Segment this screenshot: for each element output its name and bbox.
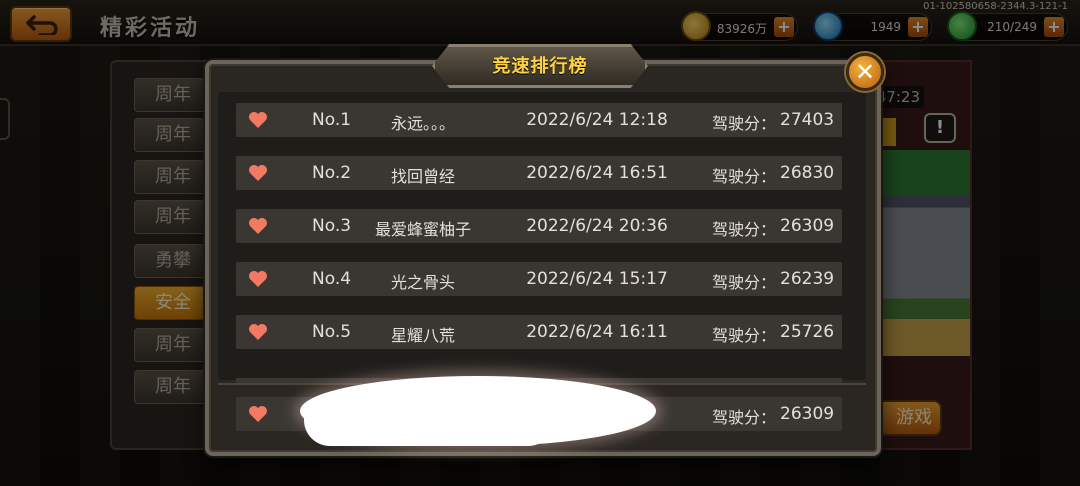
score-value: 27403 [780,110,835,130]
leaderboard-row: No.5 星耀八荒 2022/6/24 16:11 驾驶分： 25726 [236,315,842,349]
player-name: 星耀八荒 [390,326,455,345]
heart-icon [249,406,267,422]
record-time: 2022/6/24 15:17 [526,269,668,289]
rank-number: No.2 [312,163,352,183]
record-time: 2022/6/24 16:11 [526,322,668,342]
redaction-blob [304,394,554,446]
leaderboard-row: No.3 最爱蜂蜜柚子 2022/6/24 20:36 驾驶分： 26309 [236,209,842,243]
heart-icon [249,271,267,287]
heart-icon [249,165,267,181]
rank-number: No.1 [312,110,352,130]
heart-icon [249,324,267,340]
close-button[interactable]: ✕ [846,53,884,91]
rank-number: No.3 [312,216,352,236]
leaderboard-row: No.4 光之骨头 2022/6/24 15:17 驾驶分： 26239 [236,262,842,296]
leaderboard-row: No.2 找回曾经 2022/6/24 16:51 驾驶分： 26830 [236,156,842,190]
score-label: 驾驶分： [712,220,777,239]
record-time: 2022/6/24 12:18 [526,110,668,130]
score-value: 26239 [780,269,835,289]
player-name: 永远。。。 [390,114,455,133]
dialog-title: 竞速排行榜 [492,56,588,77]
rank-number: No.4 [312,269,352,289]
score-label: 驾驶分： [712,114,777,133]
player-name: 最爱蜂蜜柚子 [374,220,471,239]
score-label: 驾驶分： [712,167,777,186]
heart-icon [249,218,267,234]
score-label: 驾驶分： [712,408,777,427]
score-value: 26830 [780,163,835,183]
heart-icon [249,112,267,128]
player-name: 光之骨头 [390,273,455,292]
score-label: 驾驶分： [712,326,777,345]
close-x-icon: ✕ [854,58,876,86]
score-value: 25726 [780,322,835,342]
leaderboard-row: No.1 永远。。。 2022/6/24 12:18 驾驶分： 27403 [236,103,842,137]
rank-number: No.5 [312,322,352,342]
score-value: 26309 [780,216,835,236]
score-label: 驾驶分： [712,273,777,292]
score-value: 26309 [780,404,835,424]
record-time: 2022/6/24 20:36 [526,216,668,236]
player-name: 找回曾经 [390,167,455,186]
record-time: 2022/6/24 16:51 [526,163,668,183]
